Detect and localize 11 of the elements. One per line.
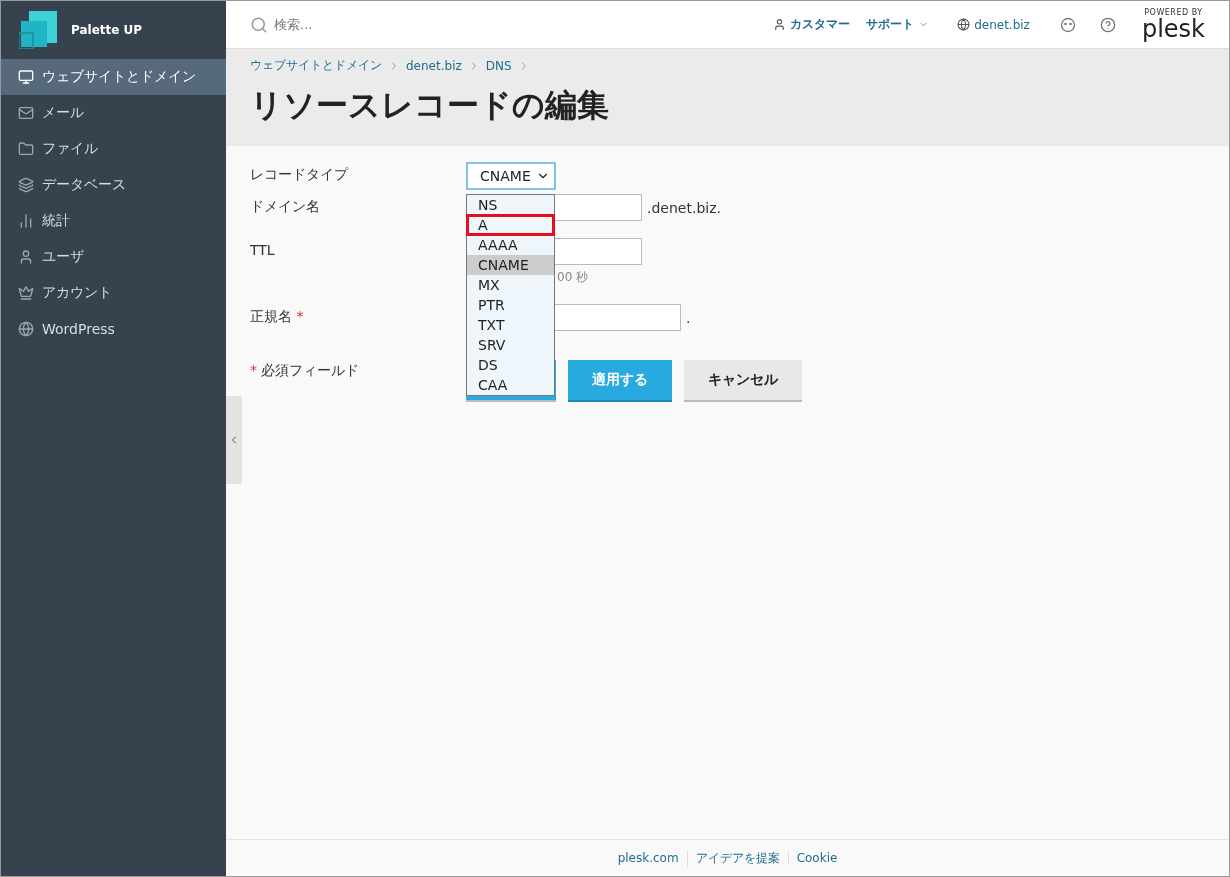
plesk-logo: POWERED BY plesk <box>1141 8 1205 41</box>
brand-name: Palette UP <box>71 23 143 37</box>
field-label: ドメイン名 <box>250 197 321 216</box>
field-label: TTL <box>250 241 276 260</box>
required-note: * 必須フィールド <box>250 361 361 380</box>
domain-suffix: .denet.biz. <box>647 199 721 216</box>
ttl-hint: 00 秒 <box>557 269 589 286</box>
page-title: リソースレコードの編集 <box>250 85 610 126</box>
name-suffix: . <box>686 309 691 326</box>
field-label: レコードタイプ <box>250 165 350 184</box>
field-label: 正規名 * <box>250 307 305 326</box>
